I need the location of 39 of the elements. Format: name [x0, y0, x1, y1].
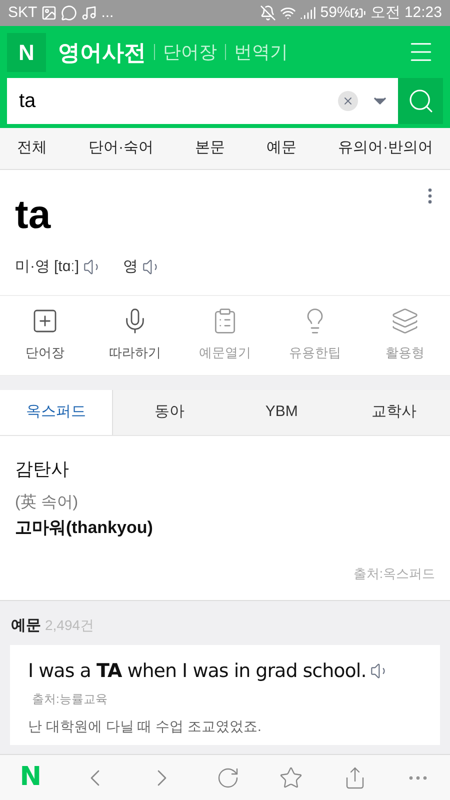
- more-text: ...: [101, 2, 114, 23]
- action-button[interactable]: 단어장: [0, 296, 90, 374]
- wifi-icon: [280, 5, 296, 21]
- usage-note: (英 속어): [15, 492, 80, 512]
- dictionary-tab[interactable]: 교학사: [338, 390, 450, 434]
- entry-word: ta: [15, 192, 51, 239]
- mute-icon: [260, 5, 276, 21]
- image-icon: [41, 5, 58, 21]
- meaning-text: 고마워(thankyou): [15, 516, 154, 538]
- example-source: 출처:능률교육: [32, 690, 108, 708]
- music-icon: [81, 5, 98, 21]
- nav-tab[interactable]: 단어·숙어: [88, 137, 154, 160]
- star-icon[interactable]: [279, 766, 304, 790]
- phonetic-text: [tɑː]: [54, 257, 80, 277]
- dictionary-tab[interactable]: YBM: [226, 390, 338, 434]
- dictionary-tab[interactable]: 동아: [113, 390, 226, 434]
- part-of-speech: 감탄사: [15, 458, 70, 480]
- source-text: 출처:옥스퍼드: [353, 565, 435, 583]
- example-translation: 난 대학원에 다닐 때 수업 조교였었죠.: [28, 716, 262, 736]
- signal-icon: [300, 5, 316, 21]
- action-button[interactable]: 따라하기: [90, 296, 180, 374]
- search-button[interactable]: [398, 78, 443, 124]
- carrier-text: SKT: [8, 2, 38, 23]
- nav-tab[interactable]: 예문: [266, 137, 296, 160]
- search-icon: [406, 87, 434, 115]
- dictionary-tab[interactable]: 옥스퍼드: [0, 390, 114, 434]
- nav-tab[interactable]: 유의어·반의어: [338, 137, 433, 160]
- section-title: 예문: [11, 616, 41, 636]
- refresh-icon[interactable]: [216, 766, 240, 790]
- search-field[interactable]: ta: [7, 78, 398, 124]
- message-icon: [61, 5, 78, 21]
- example-sentence: I was a TA when I was in grad school.: [28, 659, 366, 684]
- pronunciation-label: 영: [123, 257, 138, 277]
- nav-tab[interactable]: 전체: [17, 137, 47, 160]
- pronunciation-label: 미·영: [15, 257, 50, 277]
- layers-icon: [391, 307, 419, 336]
- nav-tab[interactable]: 본문: [195, 137, 225, 160]
- battery-text: 59%: [320, 2, 350, 23]
- time-text: 오전 12:23: [370, 2, 442, 23]
